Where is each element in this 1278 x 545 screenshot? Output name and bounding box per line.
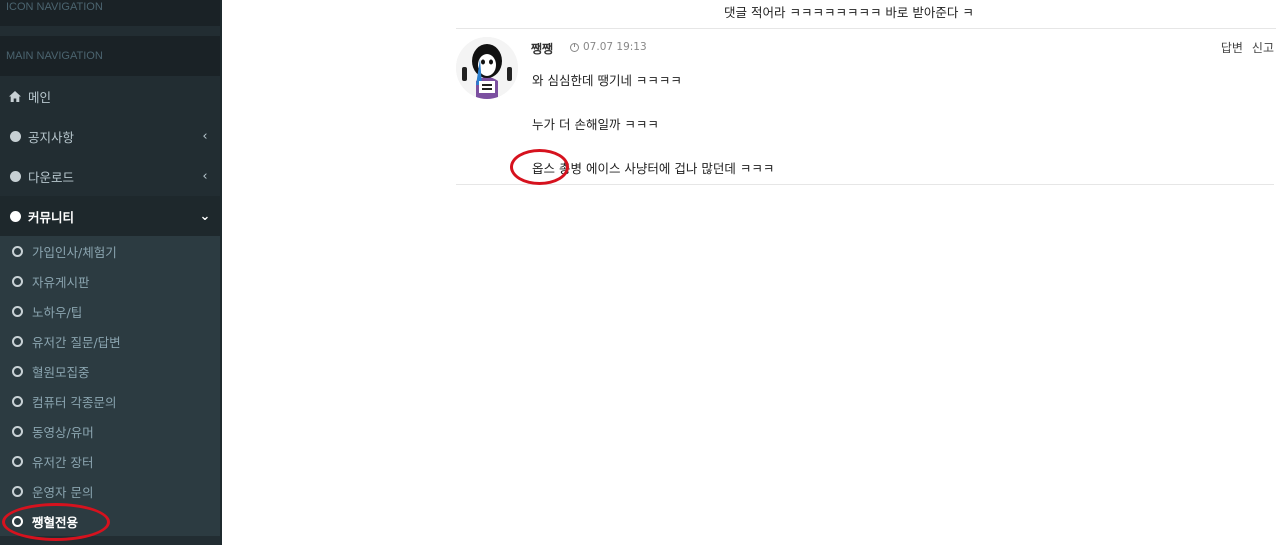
submenu-item-qna[interactable]: 유저간 질문/답변 [0, 326, 220, 356]
reply-button[interactable]: 답변 [1221, 39, 1243, 56]
sidebar-item-label: 공지사항 [28, 129, 75, 145]
comment-time: 07.07 19:13 [570, 41, 647, 53]
submenu-item-label: 유저간 질문/답변 [32, 334, 121, 350]
sidebar-item-notice[interactable]: 공지사항 ‹ [0, 116, 220, 156]
comment-text: 댓글 적어라 ㅋㅋㅋㅋㅋㅋㅋㅋ 바로 받아준다 ㅋ [724, 5, 974, 20]
circle-outline-icon [12, 455, 23, 467]
submenu-item-knowhow[interactable]: 노하우/팁 [0, 296, 220, 326]
circle-outline-icon [12, 485, 23, 497]
circle-outline-icon [12, 335, 23, 347]
comment-line: 누가 더 손해일까 ㅋㅋㅋ [532, 117, 659, 132]
submenu-item-label: 컴퓨터 각종문의 [32, 394, 117, 410]
avatar [456, 37, 518, 99]
submenu-item-clan-recruit[interactable]: 혈원모집중 [0, 356, 220, 386]
submenu-item-free-board[interactable]: 자유게시판 [0, 266, 220, 296]
submenu-item-greeting[interactable]: 가입인사/체험기 [0, 236, 220, 266]
sidebar-item-label: 다운로드 [28, 169, 75, 185]
icon-navigation-header: ICON NAVIGATION [0, 0, 220, 26]
circle-outline-icon [12, 515, 23, 527]
circle-outline-icon [12, 305, 23, 317]
submenu-item-market[interactable]: 유저간 장터 [0, 446, 220, 476]
report-button[interactable]: 신고 [1252, 39, 1274, 56]
circle-outline-icon [12, 395, 23, 407]
home-icon [0, 90, 28, 102]
chevron-down-icon: ⌄ [199, 208, 211, 224]
comment-actions: 답변 신고 [1221, 39, 1274, 56]
chevron-left-icon: ‹ [202, 168, 208, 184]
submenu-item-label: 자유게시판 [32, 274, 90, 290]
submenu-item-clan-war[interactable]: 쨍혈전용 [0, 506, 220, 536]
circle-icon [0, 170, 28, 182]
comment-author[interactable]: 쨍쨍 [531, 40, 553, 57]
circle-icon [0, 210, 28, 222]
circle-outline-icon [12, 245, 23, 257]
sidebar-item-community[interactable]: 커뮤니티 ⌄ [0, 196, 220, 236]
submenu-item-label: 가입인사/체험기 [32, 244, 117, 260]
submenu-item-label: 혈원모집중 [32, 364, 90, 380]
clock-icon [570, 42, 579, 52]
sidebar-item-download[interactable]: 다운로드 ‹ [0, 156, 220, 196]
circle-outline-icon [12, 365, 23, 377]
submenu-item-label: 쨍혈전용 [32, 514, 79, 530]
sidebar-item-label: 커뮤니티 [28, 209, 75, 225]
comment-item: 쨍쨍 07.07 19:13 답변 신고 와 심심한데 땡기네 ㅋㅋㅋㅋ 누가 … [456, 29, 1274, 185]
submenu-item-computer[interactable]: 컴퓨터 각종문의 [0, 386, 220, 416]
submenu-item-label: 동영상/유머 [32, 424, 94, 440]
sidebar: ICON NAVIGATION MAIN NAVIGATION 메인 공지사항 … [0, 0, 220, 545]
main-navigation-header: MAIN NAVIGATION [0, 36, 220, 76]
circle-icon [0, 130, 28, 142]
sidebar-item-main[interactable]: 메인 [0, 76, 220, 116]
chevron-left-icon: ‹ [202, 128, 208, 144]
community-submenu: 가입인사/체험기 자유게시판 노하우/팁 유저간 질문/답변 혈원모집중 컴퓨터… [0, 236, 220, 536]
comment-time-text: 07.07 19:13 [583, 41, 647, 53]
circle-outline-icon [12, 425, 23, 437]
sidebar-gap [0, 26, 220, 36]
submenu-item-admin-inquiry[interactable]: 운영자 문의 [0, 476, 220, 506]
previous-comment: 댓글 적어라 ㅋㅋㅋㅋㅋㅋㅋㅋ 바로 받아준다 ㅋ [456, 0, 1276, 29]
circle-outline-icon [12, 275, 23, 287]
submenu-item-video[interactable]: 동영상/유머 [0, 416, 220, 446]
sidebar-bottom [0, 536, 220, 545]
submenu-item-label: 노하우/팁 [32, 304, 83, 320]
submenu-item-label: 운영자 문의 [32, 484, 94, 500]
submenu-item-label: 유저간 장터 [32, 454, 94, 470]
sidebar-border [220, 0, 222, 545]
comment-line: 와 심심한데 땡기네 ㅋㅋㅋㅋ [532, 73, 682, 88]
sidebar-item-label: 메인 [28, 89, 52, 105]
comment-line: 옵스 총병 에이스 사냥터에 겁나 많던데 ㅋㅋㅋ [532, 161, 775, 176]
